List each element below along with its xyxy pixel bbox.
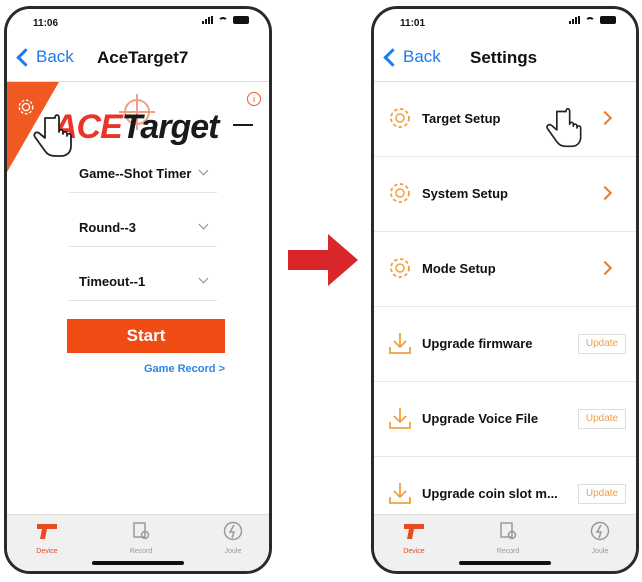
- chevron-left-icon: [383, 47, 402, 67]
- tab-label: Device: [36, 548, 58, 555]
- settings-list: Target Setup System Setup Mode Setup Upg…: [374, 82, 636, 532]
- row-label: Mode Setup: [422, 261, 496, 276]
- status-icons: [202, 16, 249, 24]
- settings-row-system-setup[interactable]: System Setup: [374, 157, 636, 232]
- joule-icon: [223, 521, 243, 541]
- status-bar: 11:01: [374, 9, 636, 39]
- row-label: Upgrade firmware: [422, 336, 533, 351]
- chevron-down-icon: [198, 273, 209, 284]
- record-icon: [500, 522, 517, 540]
- settings-row-upgrade-firmware: Upgrade firmware Update: [374, 307, 636, 382]
- start-button[interactable]: Start: [67, 319, 225, 353]
- status-time: 11:06: [33, 18, 59, 29]
- tab-bar: Device Record Joule: [7, 514, 269, 571]
- game-record-link[interactable]: Game Record >: [144, 363, 225, 375]
- download-icon: [389, 483, 411, 504]
- settings-row-mode-setup[interactable]: Mode Setup: [374, 232, 636, 307]
- settings-row-target-setup[interactable]: Target Setup: [374, 82, 636, 157]
- tab-record[interactable]: Record: [478, 521, 538, 555]
- tab-label: Record: [496, 548, 520, 555]
- row-label: Upgrade coin slot m...: [422, 486, 558, 501]
- arrow-right-icon: [288, 234, 358, 286]
- nav-bar: Back AceTarget7: [7, 39, 269, 82]
- option-label: Timeout--1: [79, 274, 146, 289]
- tap-hand-icon: [33, 114, 72, 157]
- chevron-down-icon: [198, 219, 209, 230]
- joule-icon: [590, 521, 610, 541]
- logo-dash: [233, 124, 253, 126]
- home-indicator: [92, 561, 184, 565]
- option-round[interactable]: Round--3: [69, 210, 217, 247]
- back-label: Back: [36, 47, 74, 66]
- option-game[interactable]: Game--Shot Timer: [69, 156, 217, 193]
- page-title: Settings: [470, 48, 538, 67]
- record-icon: [133, 522, 150, 540]
- home-indicator: [459, 561, 551, 565]
- tap-hand-icon: [546, 107, 582, 148]
- phone-left: 11:06 Back AceTarget7 ACETarget i Game--…: [4, 6, 272, 574]
- tab-device[interactable]: Device: [17, 521, 77, 555]
- chevron-right-icon: [597, 260, 613, 276]
- tab-joule[interactable]: Joule: [570, 521, 630, 555]
- pistol-icon: [37, 524, 57, 539]
- tab-bar: Device Record Joule: [374, 514, 636, 571]
- logo-rest: Target: [121, 108, 220, 146]
- chevron-right-icon: [597, 185, 613, 201]
- back-button[interactable]: Back: [382, 47, 441, 67]
- battery-icon: [600, 16, 616, 24]
- gear-icon: [390, 258, 410, 278]
- page-title: AceTarget7: [97, 48, 189, 67]
- phone-right: 11:01 Back Settings Target Setup System …: [371, 6, 639, 574]
- option-label: Round--3: [79, 220, 137, 235]
- game-content: ACETarget i Game--Shot Timer Round--3 Ti…: [7, 82, 269, 515]
- signal-icon: [202, 16, 213, 24]
- option-label: Game--Shot Timer: [79, 166, 192, 181]
- status-bar: 11:06: [7, 9, 269, 39]
- chevron-left-icon: [16, 47, 35, 67]
- wifi-icon: [585, 16, 595, 24]
- chevron-down-icon: [198, 165, 209, 176]
- row-label: System Setup: [422, 186, 508, 201]
- tab-label: Joule: [591, 548, 609, 555]
- tab-joule[interactable]: Joule: [203, 521, 263, 555]
- tab-label: Joule: [224, 548, 242, 555]
- signal-icon: [569, 16, 580, 24]
- row-label: Upgrade Voice File: [422, 411, 539, 426]
- back-label: Back: [403, 47, 441, 66]
- tab-record[interactable]: Record: [111, 521, 171, 555]
- download-icon: [389, 333, 411, 354]
- settings-row-upgrade-voice: Upgrade Voice File Update: [374, 382, 636, 457]
- battery-icon: [233, 16, 249, 24]
- download-icon: [389, 408, 411, 429]
- row-label: Target Setup: [422, 111, 501, 126]
- pistol-icon: [404, 524, 424, 539]
- option-timeout[interactable]: Timeout--1: [69, 264, 217, 301]
- back-button[interactable]: Back: [15, 47, 74, 67]
- update-button[interactable]: Update: [578, 484, 626, 504]
- update-button[interactable]: Update: [578, 409, 626, 429]
- gear-icon: [390, 183, 410, 203]
- gear-icon: [390, 108, 410, 128]
- info-icon[interactable]: i: [247, 92, 261, 106]
- tab-label: Device: [403, 548, 425, 555]
- status-icons: [569, 16, 616, 24]
- update-button[interactable]: Update: [578, 334, 626, 354]
- tab-label: Record: [129, 548, 153, 555]
- status-time: 11:01: [400, 18, 426, 29]
- nav-bar: Back Settings: [374, 39, 636, 82]
- wifi-icon: [218, 16, 228, 24]
- tab-device[interactable]: Device: [384, 521, 444, 555]
- chevron-right-icon: [597, 110, 613, 126]
